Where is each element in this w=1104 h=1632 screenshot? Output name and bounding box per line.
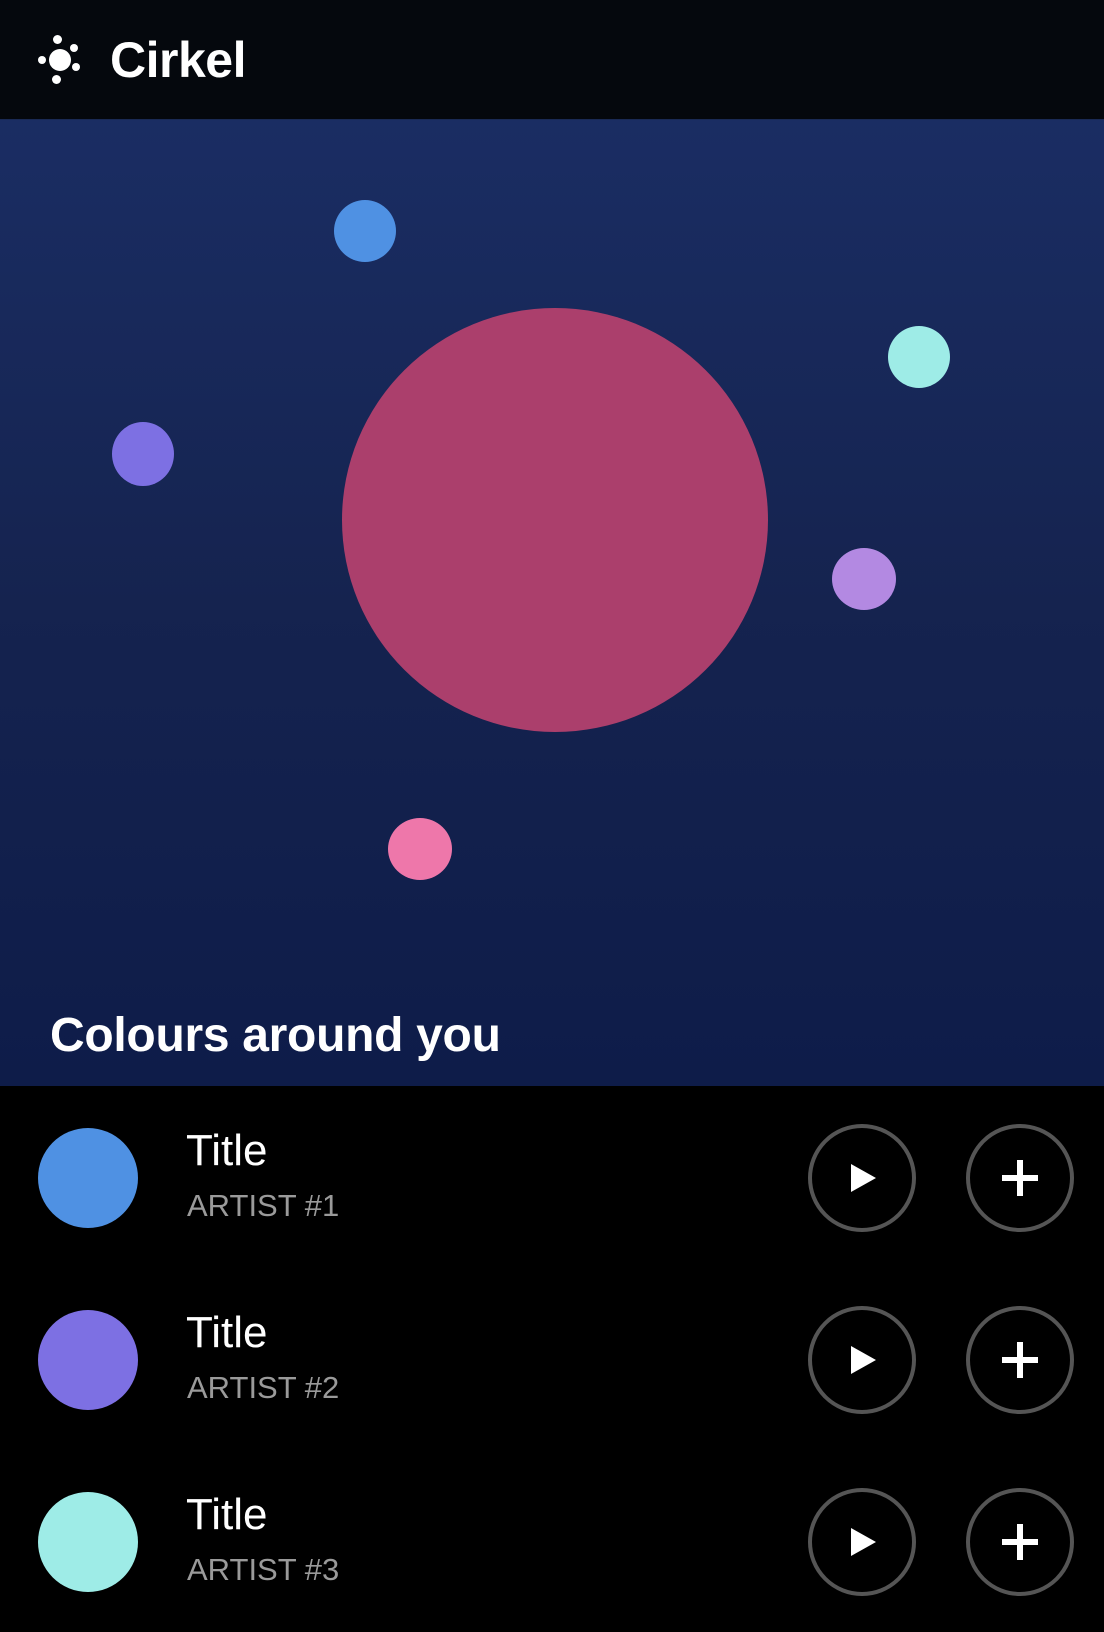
app-title: Cirkel <box>110 32 246 88</box>
add-button[interactable] <box>966 1488 1074 1596</box>
section-title: Colours around you <box>50 1009 501 1062</box>
track-row[interactable]: Title ARTIST #2 <box>0 1268 1104 1450</box>
track-colour-swatch <box>38 1310 138 1410</box>
top-bar: Cirkel <box>0 0 1104 120</box>
play-icon <box>851 1346 876 1374</box>
bubble-aqua[interactable] <box>888 326 950 388</box>
track-colour-swatch <box>38 1128 138 1228</box>
play-icon <box>851 1164 876 1192</box>
bubble-indigo[interactable] <box>112 422 174 486</box>
track-list: Title ARTIST #1 Title ARTIST #2 Title AR… <box>0 1086 1104 1618</box>
play-button[interactable] <box>808 1124 916 1232</box>
plus-icon <box>1002 1342 1038 1378</box>
bubble-lavender[interactable] <box>832 548 896 610</box>
play-button[interactable] <box>808 1488 916 1596</box>
track-title: Title <box>186 1126 268 1175</box>
track-artist: ARTIST #3 <box>187 1552 340 1587</box>
track-artist: ARTIST #2 <box>187 1370 340 1405</box>
plus-icon <box>1002 1160 1038 1196</box>
bubble-blue[interactable] <box>334 200 396 262</box>
track-title: Title <box>186 1490 268 1539</box>
plus-icon <box>1002 1524 1038 1560</box>
play-icon <box>851 1528 876 1556</box>
colour-map: Colours around you <box>0 120 1104 1086</box>
track-title: Title <box>186 1308 268 1357</box>
add-button[interactable] <box>966 1306 1074 1414</box>
add-button[interactable] <box>966 1124 1074 1232</box>
track-artist: ARTIST #1 <box>187 1188 340 1223</box>
bubble-large-raspberry[interactable] <box>342 308 768 732</box>
cluster-dots-icon <box>36 35 84 84</box>
track-row[interactable]: Title ARTIST #1 <box>0 1086 1104 1268</box>
track-row[interactable]: Title ARTIST #3 <box>0 1450 1104 1632</box>
track-colour-swatch <box>38 1492 138 1592</box>
bubble-pink[interactable] <box>388 818 452 880</box>
play-button[interactable] <box>808 1306 916 1414</box>
